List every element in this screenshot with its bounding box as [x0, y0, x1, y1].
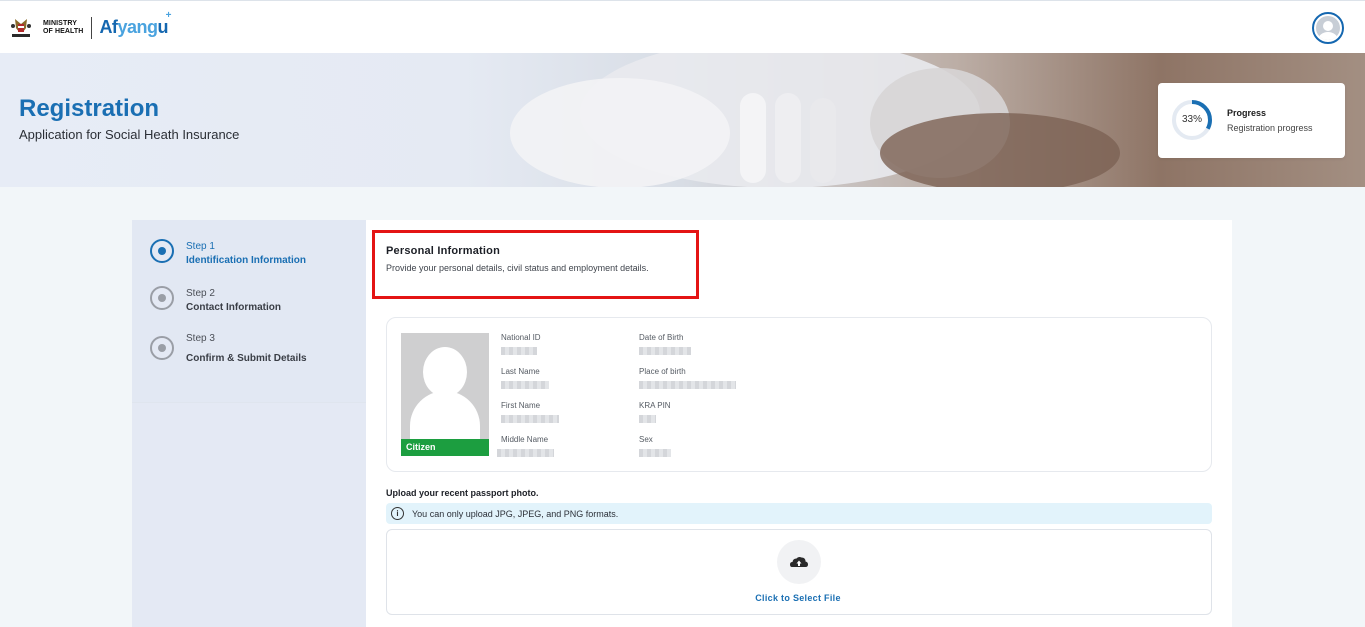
progress-title: Progress [1227, 108, 1267, 118]
select-file-link[interactable]: Click to Select File [387, 593, 1209, 603]
middle-name-label: Middle Name [501, 435, 549, 444]
national-id-label: National ID [501, 333, 541, 342]
step-name: Confirm & Submit Details [186, 353, 307, 364]
ministry-line-2: OF HEALTH [43, 28, 84, 35]
step-number: Step 2 [186, 288, 215, 299]
file-dropzone[interactable]: Click to Select File [386, 529, 1212, 615]
brand-logo: Afyangu + [99, 10, 171, 38]
step-number: Step 1 [186, 241, 215, 252]
date-of-birth-label: Date of Birth [639, 333, 684, 342]
national-id-value-redacted [501, 347, 537, 355]
section-subtitle: Provide your personal details, civil sta… [386, 263, 649, 273]
citizen-photo-placeholder: Citizen [401, 333, 489, 456]
kra-pin-value-redacted [639, 415, 656, 423]
place-of-birth-value-redacted [639, 381, 736, 389]
progress-label: Registration progress [1227, 123, 1313, 133]
date-of-birth-value-redacted [639, 347, 691, 355]
upload-photo-label: Upload your recent passport photo. [386, 488, 539, 498]
progress-percent: 33% [1181, 114, 1202, 125]
upload-format-info: i You can only upload JPG, JPEG, and PNG… [386, 503, 1212, 524]
step-pending-icon [150, 286, 174, 310]
personal-info-header: Personal Information Provide your person… [372, 230, 699, 299]
first-name-value-redacted [501, 415, 559, 423]
section-title: Personal Information [386, 245, 501, 257]
info-text: You can only upload JPG, JPEG, and PNG f… [412, 509, 619, 519]
brand-part-1: Af [99, 16, 118, 37]
hero-banner: Registration Application for Social Heat… [0, 53, 1365, 187]
citizen-badge: Citizen [401, 439, 489, 456]
id-card: Citizen National ID Last Name First Name… [386, 317, 1212, 472]
last-name-label: Last Name [501, 367, 540, 376]
brand-part-2: yang [117, 16, 158, 37]
user-avatar-button[interactable] [1312, 12, 1344, 44]
main-panel: Personal Information Provide your person… [366, 220, 1232, 627]
upload-cloud-icon[interactable] [777, 540, 821, 584]
kra-pin-label: KRA PIN [639, 401, 671, 410]
step-name: Contact Information [186, 302, 281, 313]
first-name-label: First Name [501, 401, 541, 410]
steps-sidebar: Step 1 Identification Information Step 2… [132, 220, 366, 627]
page-title: Registration [19, 95, 160, 122]
sex-value-redacted [639, 449, 671, 457]
logo-divider [91, 17, 93, 39]
page-subtitle: Application for Social Heath Insurance [19, 127, 240, 142]
avatar-icon [1316, 16, 1340, 40]
progress-card: 33% Progress Registration progress [1158, 83, 1345, 158]
sex-label: Sex [639, 435, 653, 444]
step-pending-icon [150, 336, 174, 360]
step-number: Step 3 [186, 333, 215, 344]
place-of-birth-label: Place of birth [639, 367, 686, 376]
step-active-icon [150, 239, 174, 263]
logo[interactable]: MINISTRY OF HEALTH Afyangu + [9, 10, 171, 41]
ministry-label: MINISTRY OF HEALTH [43, 20, 83, 36]
ministry-line-1: MINISTRY [43, 20, 77, 27]
middle-name-value-redacted [497, 449, 554, 457]
top-bar: MINISTRY OF HEALTH Afyangu + [0, 0, 1365, 53]
last-name-value-redacted [501, 381, 549, 389]
step-name: Identification Information [186, 255, 306, 266]
coat-of-arms-icon [9, 16, 33, 40]
brand-plus: + [165, 9, 172, 21]
info-icon: i [391, 507, 404, 520]
